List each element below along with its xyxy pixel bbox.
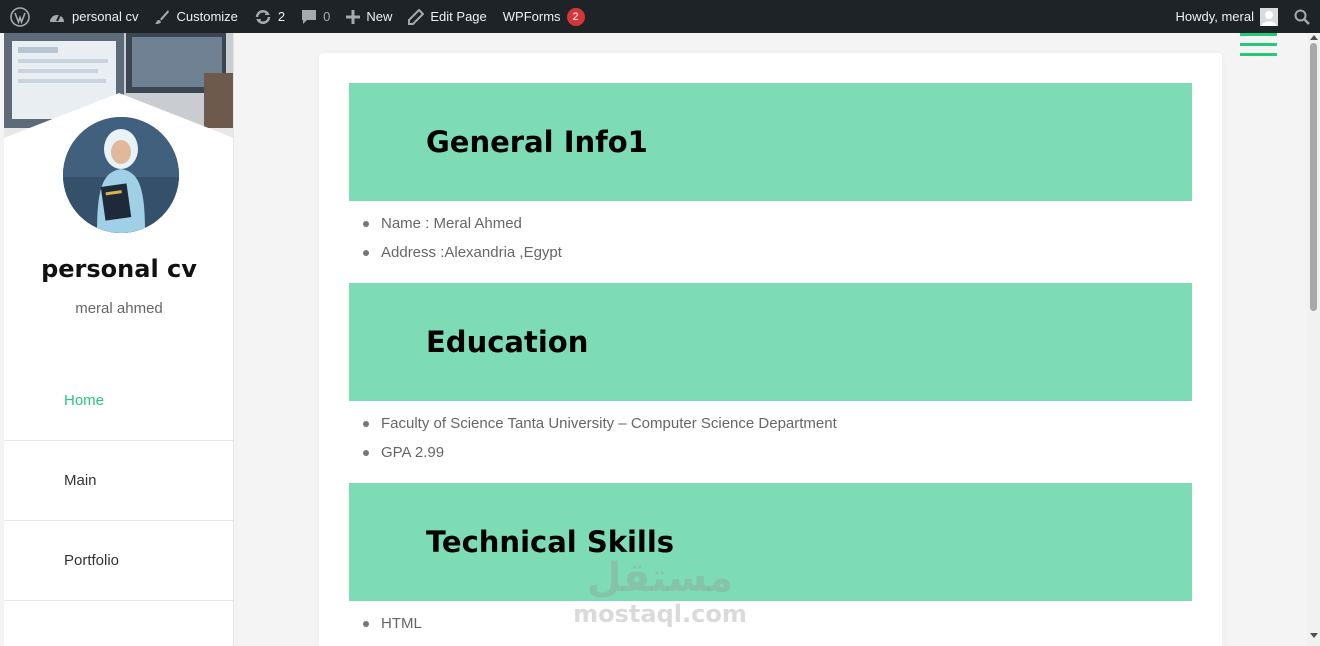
- howdy-label: Howdy, meral: [1175, 9, 1254, 24]
- plus-icon: [346, 9, 361, 24]
- edit-page-label: Edit Page: [430, 9, 487, 24]
- section-title: Education: [426, 325, 589, 359]
- wordpress-logo-button[interactable]: [0, 0, 40, 33]
- edit-page-link[interactable]: Edit Page: [400, 0, 494, 33]
- comment-icon: [302, 9, 317, 24]
- user-avatar-icon: [1262, 10, 1276, 26]
- sidebar: personal cv meral ahmed Home Main Portfo…: [4, 33, 234, 646]
- my-account-link[interactable]: Howdy, meral: [1167, 0, 1286, 33]
- watermark-arabic: مستقل: [586, 555, 734, 601]
- dashboard-icon: [50, 14, 64, 22]
- comments-count: 0: [323, 9, 331, 24]
- scrollbar-thumb[interactable]: [1310, 43, 1317, 311]
- section-title: General Info1: [426, 125, 648, 159]
- section-heading-technical-skills: Technical Skills: [349, 483, 1192, 601]
- wpforms-link[interactable]: WPForms 2: [495, 0, 593, 33]
- site-tagline: meral ahmed: [75, 300, 163, 317]
- updates-count: 2: [277, 9, 286, 24]
- section-title: Technical Skills: [426, 525, 675, 559]
- menu-item-home[interactable]: Home: [4, 361, 233, 441]
- customize-label: Customize: [176, 9, 238, 24]
- site-title[interactable]: personal cv: [4, 255, 233, 283]
- comments-link[interactable]: 0: [293, 0, 338, 33]
- site-name-label: personal cv: [72, 9, 139, 24]
- updates-link[interactable]: 2: [246, 0, 293, 33]
- technical-skills-list: HTML: [363, 609, 422, 638]
- new-content-link[interactable]: New: [338, 0, 400, 33]
- section-heading-education: Education: [349, 283, 1192, 401]
- wpforms-label: WPForms: [502, 9, 561, 24]
- section-heading-general-info: General Info1: [349, 83, 1192, 201]
- wpforms-badge: 2: [566, 7, 585, 26]
- customize-link[interactable]: Customize: [146, 0, 245, 33]
- paintbrush-icon: [155, 9, 170, 24]
- hamburger-menu-icon[interactable]: [1240, 33, 1278, 57]
- profile-photo: [59, 113, 183, 237]
- scroll-down-arrow-icon[interactable]: [1310, 633, 1318, 638]
- menu-item-main[interactable]: Main: [4, 441, 233, 521]
- updates-icon: [255, 9, 271, 24]
- search-button[interactable]: [1286, 0, 1320, 33]
- wordpress-icon: [10, 6, 30, 27]
- list-item: Name : Meral Ahmed: [363, 209, 562, 238]
- list-item: Faculty of Science Tanta University – Co…: [363, 409, 837, 438]
- page-scrollbar[interactable]: [1307, 33, 1320, 646]
- scroll-up-arrow-icon[interactable]: [1310, 35, 1318, 40]
- menu-item-contact[interactable]: Contact Mera: [4, 601, 233, 646]
- search-icon: [1294, 9, 1310, 25]
- site-name-link[interactable]: personal cv: [40, 0, 146, 33]
- admin-bar: personal cv Customize 2 0 New Edit Page …: [0, 0, 1320, 33]
- menu-item-portfolio[interactable]: Portfolio: [4, 521, 233, 601]
- main-menu: Home Main Portfolio Contact Mera: [4, 361, 233, 646]
- watermark: مستقل mostaql.com: [560, 556, 760, 628]
- watermark-latin: mostaql.com: [573, 600, 747, 628]
- list-item: GPA 2.99: [363, 438, 837, 467]
- list-item: HTML: [363, 609, 422, 638]
- education-list: Faculty of Science Tanta University – Co…: [363, 409, 837, 467]
- list-item: Address :Alexandria ,Egypt: [363, 238, 562, 267]
- content-card: General Info1 Name : Meral Ahmed Address…: [319, 53, 1222, 646]
- new-label: New: [366, 9, 393, 24]
- avatar: [1260, 7, 1278, 26]
- pencil-icon: [408, 8, 425, 25]
- general-info-list: Name : Meral Ahmed Address :Alexandria ,…: [363, 209, 562, 267]
